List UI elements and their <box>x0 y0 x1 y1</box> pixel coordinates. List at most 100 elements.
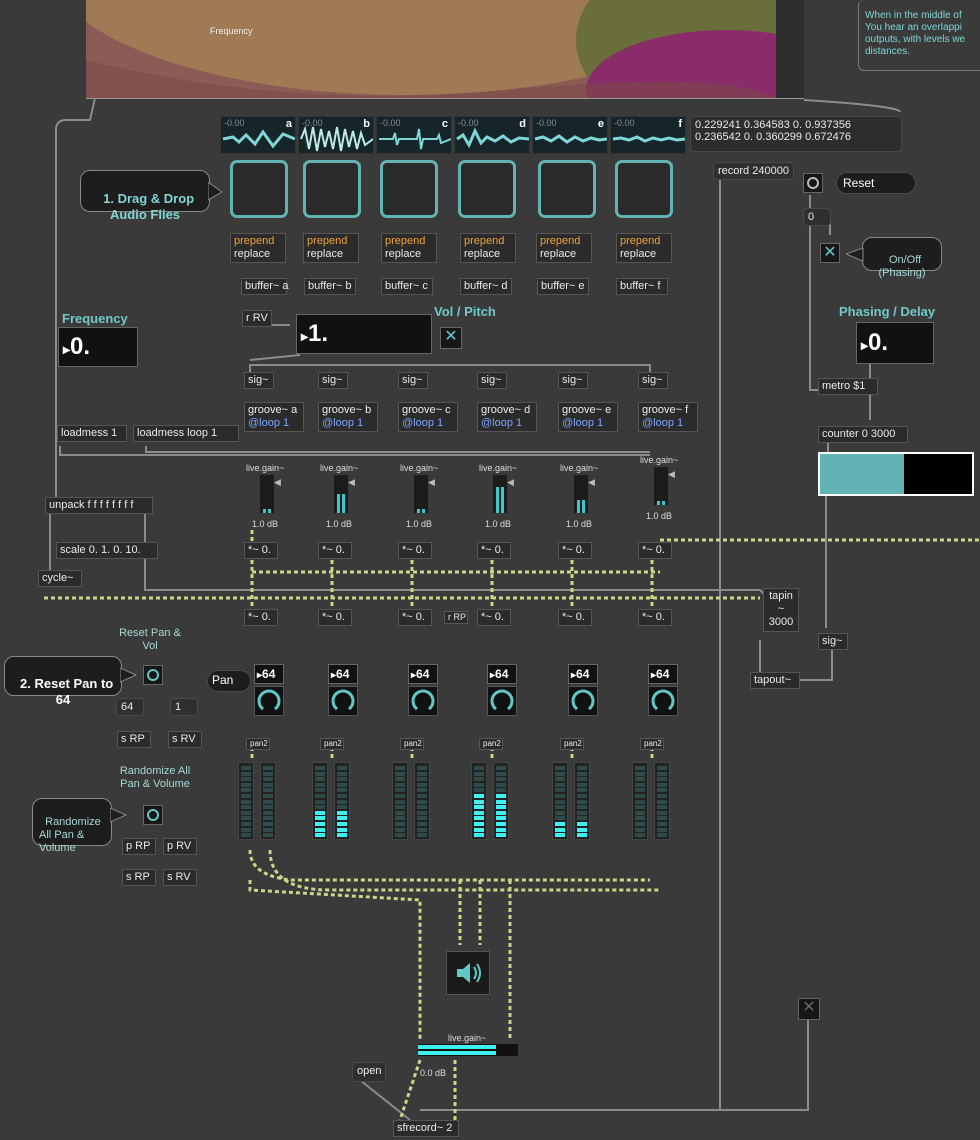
loadmess-loop-object[interactable]: loadmess loop 1 <box>133 425 239 442</box>
waveform-e[interactable]: -0.00 e <box>532 116 608 154</box>
pan-dial[interactable] <box>568 686 598 716</box>
prepend-replace-e[interactable]: prepend replace <box>536 233 592 263</box>
waveform-c[interactable]: -0.00 c <box>376 116 452 154</box>
record-toggle[interactable]: ✕ <box>798 998 820 1020</box>
live-gain-slider[interactable] <box>493 475 507 513</box>
multiply-object-1[interactable]: *~ 0. <box>318 542 352 559</box>
buffer-d[interactable]: buffer~ d <box>460 278 512 295</box>
dac-speaker[interactable] <box>446 951 490 995</box>
multiply-object-1[interactable]: *~ 0. <box>558 542 592 559</box>
waveform-f[interactable]: -0.00 f <box>610 116 686 154</box>
send-rv-object[interactable]: s RV <box>168 731 202 748</box>
pan-dial[interactable] <box>408 686 438 716</box>
drop-zone-e[interactable] <box>538 160 596 218</box>
unpack-object[interactable]: unpack f f f f f f f f <box>45 497 153 514</box>
sig-object[interactable]: sig~ <box>318 372 348 389</box>
scale-object[interactable]: scale 0. 1. 0. 10. <box>56 542 158 559</box>
frequency-numbox[interactable]: ▸0. <box>58 327 138 367</box>
counter-object[interactable]: counter 0 3000 <box>818 426 908 443</box>
cycle-object[interactable]: cycle~ <box>38 570 82 587</box>
waveform-d[interactable]: -0.00 d <box>454 116 530 154</box>
live-gain-slider[interactable] <box>654 467 668 505</box>
pan-numbox[interactable]: ▸64 <box>254 664 284 684</box>
drop-zone-f[interactable] <box>615 160 673 218</box>
master-gain-slider[interactable] <box>418 1044 518 1056</box>
prepend-replace-a[interactable]: prepend replace <box>230 233 286 263</box>
reset-value-64[interactable]: 64 <box>116 698 144 716</box>
pan2-object[interactable]: pan2 <box>246 738 270 750</box>
pan-numbox[interactable]: ▸64 <box>408 664 438 684</box>
vol-pitch-toggle[interactable]: ✕ <box>440 327 462 349</box>
p-rv-object[interactable]: p RV <box>163 838 197 855</box>
send-rp-object[interactable]: s RP <box>117 731 151 748</box>
values-message[interactable]: 0.229241 0.364583 0. 0.937356 0.236542 0… <box>690 116 902 152</box>
metro-object[interactable]: metro $1 <box>818 378 878 395</box>
groove-object[interactable]: groove~ b @loop 1 <box>318 402 378 432</box>
phasing-numbox[interactable]: ▸0. <box>856 322 934 364</box>
sfrecord-object[interactable]: sfrecord~ 2 <box>393 1120 459 1137</box>
groove-object[interactable]: groove~ a @loop 1 <box>244 402 304 432</box>
s-rp-object[interactable]: s RP <box>122 869 156 886</box>
multiply-object-1[interactable]: *~ 0. <box>477 542 511 559</box>
live-gain-slider[interactable] <box>334 475 348 513</box>
groove-object[interactable]: groove~ f @loop 1 <box>638 402 698 432</box>
buffer-a[interactable]: buffer~ a <box>241 278 289 295</box>
sig-object[interactable]: sig~ <box>558 372 588 389</box>
multiply-object-2[interactable]: *~ 0. <box>318 609 352 626</box>
sig-object[interactable]: sig~ <box>477 372 507 389</box>
multiply-object-2[interactable]: *~ 0. <box>477 609 511 626</box>
sig-object-right[interactable]: sig~ <box>818 633 848 650</box>
s-rv-object[interactable]: s RV <box>163 869 197 886</box>
receive-rv-object[interactable]: r RV <box>242 310 272 327</box>
pan2-object[interactable]: pan2 <box>400 738 424 750</box>
reset-button[interactable] <box>803 173 823 193</box>
buffer-b[interactable]: buffer~ b <box>304 278 356 295</box>
pan2-object[interactable]: pan2 <box>320 738 344 750</box>
buffer-e[interactable]: buffer~ e <box>537 278 589 295</box>
counter-slider[interactable] <box>818 452 974 496</box>
sig-object[interactable]: sig~ <box>638 372 668 389</box>
loadmess-1-object[interactable]: loadmess 1 <box>57 425 127 442</box>
buffer-c[interactable]: buffer~ c <box>381 278 433 295</box>
live-gain-slider[interactable] <box>574 475 588 513</box>
open-message[interactable]: open <box>352 1062 386 1082</box>
multiply-object-2[interactable]: *~ 0. <box>398 609 432 626</box>
p-rp-object[interactable]: p RP <box>122 838 156 855</box>
multiply-object-2[interactable]: *~ 0. <box>244 609 278 626</box>
live-gain-slider[interactable] <box>414 475 428 513</box>
sig-object[interactable]: sig~ <box>398 372 428 389</box>
reset-value-1[interactable]: 1 <box>170 698 198 716</box>
pan-dial[interactable] <box>487 686 517 716</box>
pan-dial[interactable] <box>328 686 358 716</box>
multiply-object-1[interactable]: *~ 0. <box>398 542 432 559</box>
zero-message[interactable]: 0 <box>803 208 831 226</box>
pan-dial[interactable] <box>648 686 678 716</box>
receive-rp-object[interactable]: r RP <box>444 611 468 624</box>
groove-object[interactable]: groove~ c @loop 1 <box>398 402 458 432</box>
multiply-object-2[interactable]: *~ 0. <box>558 609 592 626</box>
prepend-replace-d[interactable]: prepend replace <box>460 233 516 263</box>
pan2-object[interactable]: pan2 <box>479 738 503 750</box>
waveform-b[interactable]: -0.00 b <box>298 116 374 154</box>
drop-zone-b[interactable] <box>303 160 361 218</box>
pan-numbox[interactable]: ▸64 <box>328 664 358 684</box>
record-message[interactable]: record 240000 <box>713 162 794 180</box>
prepend-replace-c[interactable]: prepend replace <box>381 233 437 263</box>
tapin-object[interactable]: tapin ~3000 <box>763 588 799 632</box>
pan-numbox[interactable]: ▸64 <box>487 664 517 684</box>
pan2-object[interactable]: pan2 <box>560 738 584 750</box>
pan2-object[interactable]: pan2 <box>640 738 664 750</box>
tapout-object[interactable]: tapout~ <box>750 672 800 689</box>
multiply-object-1[interactable]: *~ 0. <box>638 542 672 559</box>
drop-zone-a[interactable] <box>230 160 288 218</box>
groove-object[interactable]: groove~ e @loop 1 <box>558 402 618 432</box>
drop-zone-c[interactable] <box>380 160 438 218</box>
phasing-toggle[interactable]: ✕ <box>820 243 840 263</box>
randomize-button[interactable] <box>143 805 163 825</box>
live-gain-slider[interactable] <box>260 475 274 513</box>
vol-pitch-numbox[interactable]: ▸1. <box>296 314 432 354</box>
pan-numbox[interactable]: ▸64 <box>648 664 678 684</box>
groove-object[interactable]: groove~ d @loop 1 <box>477 402 537 432</box>
reset-pan-button[interactable] <box>143 665 163 685</box>
sig-object[interactable]: sig~ <box>244 372 274 389</box>
